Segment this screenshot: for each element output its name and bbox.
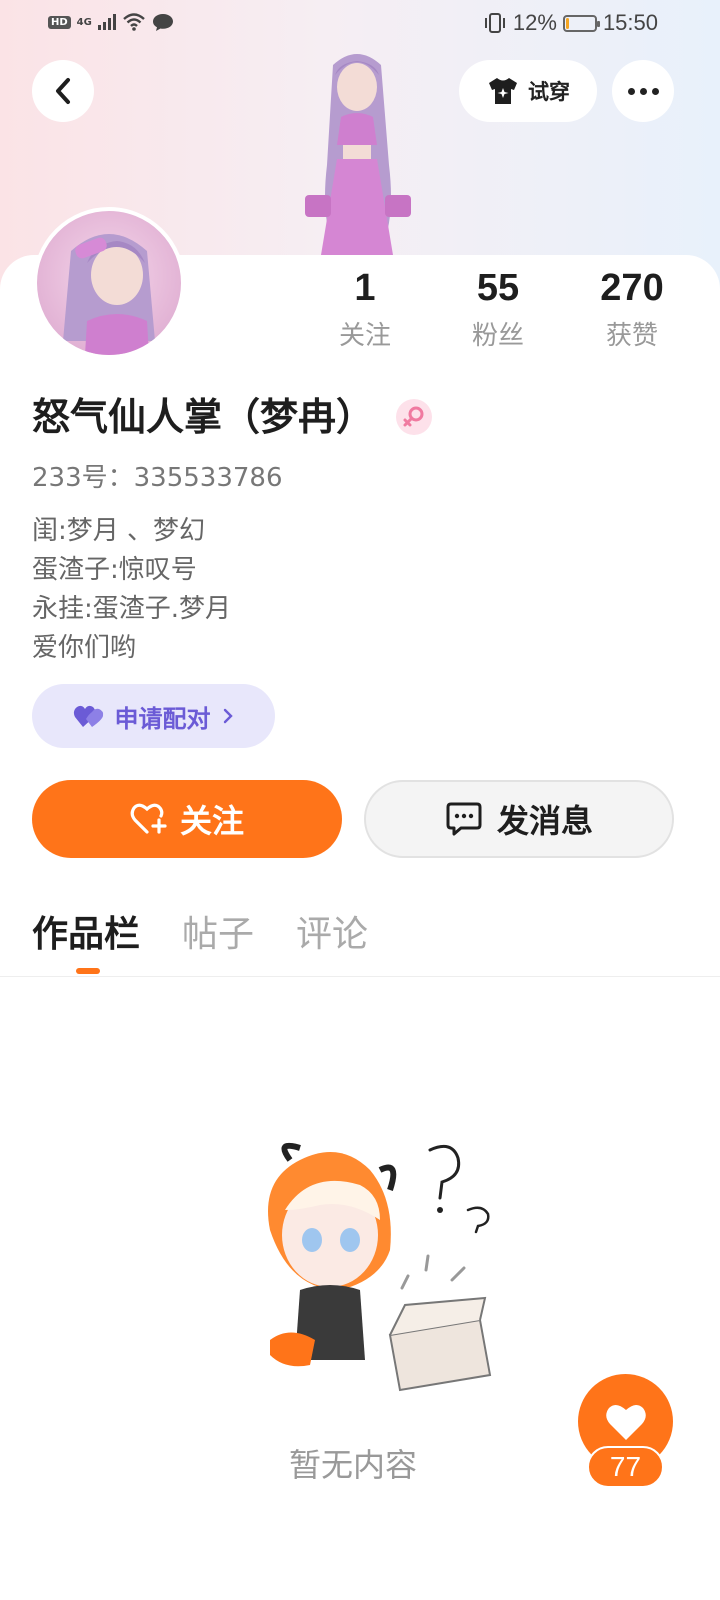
tab-works[interactable]: 作品栏 bbox=[32, 905, 140, 965]
more-dot-icon bbox=[627, 87, 635, 95]
chevron-right-icon bbox=[223, 708, 233, 724]
tab-comments[interactable]: 评论 bbox=[296, 905, 368, 965]
status-right: 12% 15:50 bbox=[483, 10, 658, 36]
heart-icon bbox=[605, 1404, 646, 1440]
stat-followers[interactable]: 55 粉丝 bbox=[438, 265, 558, 352]
status-bar: HD 4G 12% 15:50 bbox=[0, 0, 720, 50]
try-on-button[interactable]: 试穿 bbox=[459, 60, 597, 122]
stat-likes-value: 270 bbox=[600, 267, 664, 309]
chat-bubble-icon bbox=[446, 802, 482, 836]
wifi-icon bbox=[123, 13, 145, 31]
username: 怒气仙人掌（梦冉） bbox=[32, 395, 375, 439]
avatar-character-figure bbox=[305, 54, 411, 255]
stat-followers-value: 55 bbox=[476, 267, 520, 309]
request-pairing-button[interactable]: 申请配对 bbox=[32, 684, 275, 748]
chevron-left-icon bbox=[56, 78, 70, 104]
profile-page: HD 4G 12% 15:50 试穿 1 关注 55 粉丝 270 获赞 怒气仙… bbox=[0, 0, 720, 1600]
stat-following[interactable]: 1 关注 bbox=[305, 265, 425, 352]
content-tabs: 作品栏 帖子 评论 bbox=[32, 905, 368, 965]
gender-badge bbox=[396, 399, 433, 435]
bio-line: 闺:梦月 、梦幻 bbox=[32, 516, 206, 546]
tabs-divider bbox=[0, 976, 720, 977]
active-tab-indicator bbox=[76, 968, 100, 974]
try-on-label: 试穿 bbox=[528, 80, 570, 104]
bio-line: 蛋渣子:惊叹号 bbox=[32, 555, 197, 585]
more-options-button[interactable] bbox=[612, 60, 674, 122]
empty-state-illustration bbox=[268, 1142, 492, 1392]
tab-posts[interactable]: 帖子 bbox=[182, 905, 254, 965]
battery-percent: 12% bbox=[512, 10, 557, 35]
profile-stats: 1 关注 55 粉丝 270 获赞 bbox=[0, 265, 720, 365]
heart-plus-icon bbox=[130, 803, 167, 834]
stat-followers-label: 粉丝 bbox=[471, 321, 524, 351]
back-button[interactable] bbox=[32, 60, 94, 122]
battery-icon bbox=[562, 14, 600, 32]
follow-label: 关注 bbox=[179, 802, 244, 840]
hd-indicator: HD bbox=[48, 15, 71, 29]
tshirt-icon bbox=[489, 78, 517, 104]
like-count-badge: 77 bbox=[587, 1446, 664, 1488]
more-dot-icon bbox=[651, 87, 659, 95]
heart-pair-icon bbox=[73, 705, 103, 727]
vibrate-icon bbox=[484, 13, 505, 33]
message-notification-icon bbox=[152, 14, 173, 31]
stat-likes-label: 获赞 bbox=[605, 321, 658, 351]
user-id: 233号：335533786 bbox=[32, 463, 283, 493]
username-row: 怒气仙人掌（梦冉） bbox=[32, 392, 433, 442]
send-message-label: 发消息 bbox=[496, 802, 593, 840]
bio-line: 永挂:蛋渣子.梦月 bbox=[32, 594, 232, 624]
bio-line: 爱你们哟 bbox=[32, 633, 137, 663]
stat-following-value: 1 bbox=[354, 267, 376, 309]
clock: 15:50 bbox=[602, 10, 658, 35]
user-bio: 闺:梦月 、梦幻 蛋渣子:惊叹号 永挂:蛋渣子.梦月 爱你们哟 bbox=[32, 512, 231, 668]
follow-button[interactable]: 关注 bbox=[32, 780, 342, 858]
battery-fill bbox=[565, 17, 569, 29]
stat-following-label: 关注 bbox=[338, 321, 391, 351]
send-message-button[interactable]: 发消息 bbox=[364, 780, 674, 858]
request-pairing-label: 申请配对 bbox=[114, 704, 211, 733]
signal-icon bbox=[97, 14, 116, 30]
female-gender-icon bbox=[403, 406, 424, 427]
status-left: HD 4G bbox=[48, 12, 174, 32]
network-type: 4G bbox=[76, 16, 92, 28]
more-dot-icon bbox=[639, 87, 647, 95]
stat-likes[interactable]: 270 获赞 bbox=[572, 265, 692, 352]
